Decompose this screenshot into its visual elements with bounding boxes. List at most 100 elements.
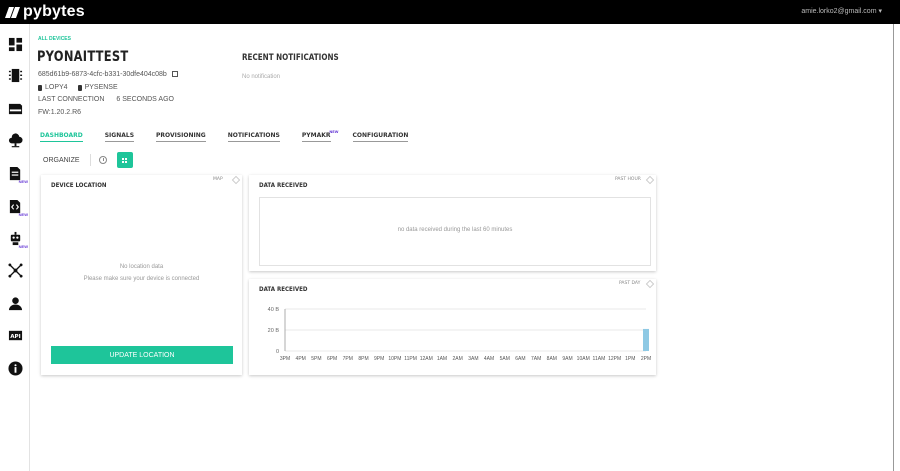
page-title: PYONAITTEST <box>37 49 129 65</box>
pybytes-logo[interactable]: pybytes <box>4 3 85 21</box>
logo-mark-icon <box>4 6 21 18</box>
divider <box>89 154 91 166</box>
notifications-empty: No notification <box>242 74 281 80</box>
sidebar-item-documents[interactable]: NEW <box>7 165 28 184</box>
info-icon <box>7 360 23 376</box>
bar[interactable] <box>643 328 649 351</box>
expand-icon[interactable] <box>231 175 241 185</box>
x-tick-label: 9PM <box>374 356 384 362</box>
grid-view-button[interactable] <box>116 152 133 168</box>
user-menu[interactable]: amie.lorko2@gmail.com ▾ <box>801 7 882 15</box>
device-location-card: DEVICE LOCATION MAP No location data Ple… <box>41 175 242 375</box>
organize-label[interactable]: ORGANIZE <box>43 157 80 164</box>
sidebar-item-devices[interactable] <box>7 67 23 83</box>
x-tick-label: 6AM <box>515 356 525 362</box>
tab-dashboard[interactable]: DASHBOARD <box>40 132 83 142</box>
tab-provisioning[interactable]: PROVISIONING <box>156 132 206 142</box>
card-title: DEVICE LOCATION <box>51 181 107 189</box>
card-subtitle: MAP <box>213 177 223 182</box>
sidebar: NEW NEW NEW API <box>0 24 30 471</box>
x-tick-label: 9AM <box>562 356 572 362</box>
sidebar-item-code[interactable]: NEW <box>7 198 28 217</box>
no-location-text: No location data <box>119 264 164 270</box>
x-tick-label: 4PM <box>296 356 306 362</box>
tab-provisioning-label: PROVISIONING <box>156 132 206 139</box>
x-tick-label: 1PM <box>625 356 635 362</box>
sim-card-icon <box>8 103 22 114</box>
tab-signals[interactable]: SIGNALS <box>104 132 135 142</box>
svg-text:API: API <box>10 333 21 339</box>
x-tick-label: 7PM <box>343 356 353 362</box>
x-tick-label: 11AM <box>593 356 606 362</box>
sidebar-item-users[interactable] <box>7 295 23 311</box>
firmware-version: FW:1.20.2.R6 <box>38 109 82 116</box>
chip-icon <box>77 84 82 91</box>
x-tick-label: 5PM <box>311 356 321 362</box>
tab-pymakr[interactable]: PYMAKR NEW <box>301 130 339 142</box>
sidebar-item-api[interactable]: API <box>7 327 23 343</box>
y-tick-label: 40 B <box>268 307 280 313</box>
new-badge: NEW <box>18 179 28 184</box>
data-received-hour-card: DATA RECEIVED PAST HOUR no data received… <box>249 175 656 271</box>
tag-shield-label: PYSENSE <box>84 84 118 91</box>
sidebar-item-sim[interactable] <box>7 100 23 116</box>
card-title: DATA RECEIVED <box>259 181 308 189</box>
last-connection-value: 6 SECONDS AGO <box>116 96 174 103</box>
no-location-hint: Please make sure your device is connecte… <box>83 276 200 282</box>
tab-notifications-label: NOTIFICATIONS <box>227 132 280 139</box>
hour-chart-area: no data received during the last 60 minu… <box>259 197 651 266</box>
tab-configuration-label: CONFIGURATION <box>352 132 409 139</box>
y-tick-label: 20 B <box>268 328 280 334</box>
data-received-day-card: DATA RECEIVED PAST DAY 0 20 B 40 B 3PM 4PM 5P… <box>249 279 656 375</box>
x-tick-label: 3AM <box>468 356 478 362</box>
page-right-border <box>893 24 894 471</box>
x-tick-label: 7AM <box>531 356 541 362</box>
chip-icon <box>38 84 42 91</box>
copy-icon[interactable] <box>171 71 178 78</box>
device-id: 685d61b9-6873-4cfc-b331-30dfe404c08b <box>38 71 178 78</box>
tab-notifications[interactable]: NOTIFICATIONS <box>227 132 280 142</box>
grid-icon <box>122 157 128 163</box>
sidebar-item-cloud[interactable] <box>7 132 23 148</box>
new-badge: NEW <box>18 212 28 217</box>
x-tick-label: 1AM <box>437 356 447 362</box>
sidebar-item-robot[interactable]: NEW <box>7 230 28 249</box>
cloud-icon <box>8 132 23 147</box>
x-tick-label: 5AM <box>500 356 510 362</box>
y-tick-label: 0 <box>276 349 279 355</box>
device-tags: LOPY4 PYSENSE <box>38 84 118 91</box>
api-icon: API <box>8 330 22 340</box>
x-tick-label: 2AM <box>453 356 463 362</box>
sidebar-item-network[interactable] <box>7 262 23 278</box>
dashboard-icon <box>8 37 22 51</box>
main-content: ALL DEVICES PYONAITTEST 685d61b9-6873-4c… <box>30 24 893 471</box>
user-icon <box>8 296 22 310</box>
x-tick-label: 12AM <box>420 356 433 362</box>
sidebar-item-info[interactable] <box>7 360 23 376</box>
update-location-button[interactable]: UPDATE LOCATION <box>51 346 233 364</box>
x-tick-label: 3PM <box>280 356 290 362</box>
breadcrumb[interactable]: ALL DEVICES <box>38 36 71 42</box>
new-badge: NEW <box>329 130 339 134</box>
top-bar: pybytes amie.lorko2@gmail.com ▾ <box>0 0 900 24</box>
last-connection-label: LAST CONNECTION <box>38 96 105 103</box>
devices-icon <box>8 68 22 82</box>
clock-icon[interactable] <box>98 156 107 164</box>
device-id-text: 685d61b9-6873-4cfc-b331-30dfe404c08b <box>38 71 167 78</box>
expand-icon[interactable] <box>645 175 655 185</box>
sidebar-item-dashboard[interactable] <box>7 36 23 52</box>
x-tick-label: 10PM <box>388 356 401 362</box>
tab-configuration[interactable]: CONFIGURATION <box>352 132 409 142</box>
x-tick-label: 11PM <box>404 356 417 362</box>
day-chart: 020 B40 B3PM 4PM 5PM 6PM 7PM 8PM 9PM 10PM 11PM 12… <box>268 307 651 362</box>
x-tick-label: 4AM <box>484 356 494 362</box>
device-tabs: DASHBOARD SIGNALS PROVISIONING NOTIFICAT… <box>40 130 430 142</box>
tag-board: LOPY4 <box>38 84 68 91</box>
organize-row: ORGANIZE <box>43 152 133 168</box>
x-tick-label: 2PM <box>641 356 651 362</box>
tag-board-label: LOPY4 <box>45 84 68 91</box>
tab-signals-label: SIGNALS <box>104 132 135 139</box>
notifications-title: RECENT NOTIFICATIONS <box>242 53 339 63</box>
x-tick-label: 12PM <box>608 356 621 362</box>
tab-pymakr-label: PYMAKR <box>301 132 331 139</box>
